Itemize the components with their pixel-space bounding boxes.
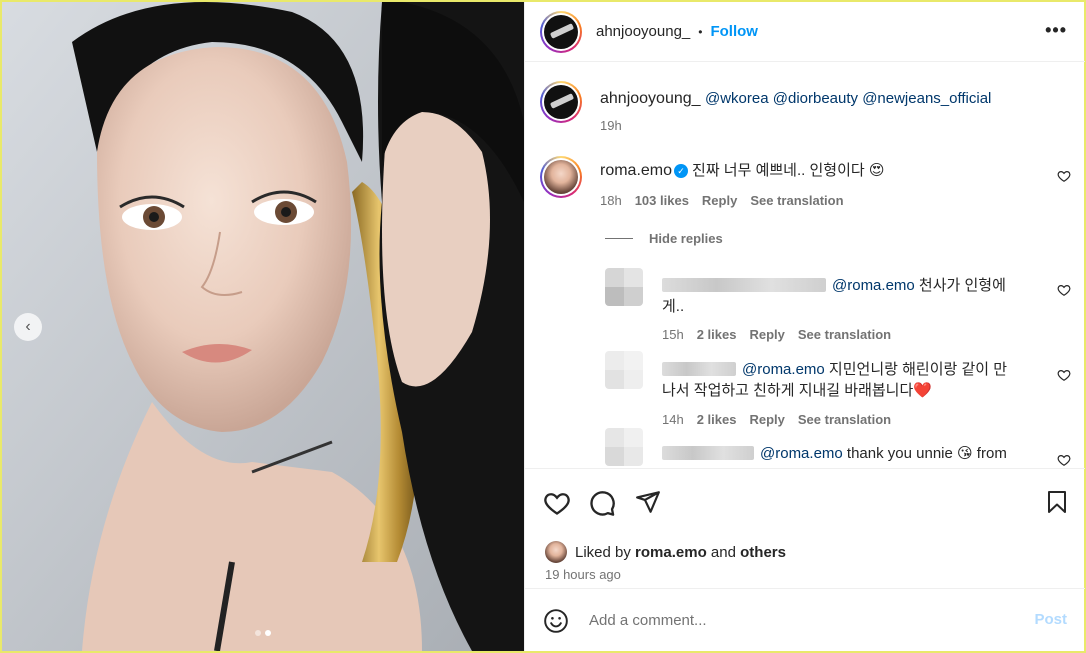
carousel-prev-button[interactable]: ‹ [14, 313, 42, 341]
reply-like-heart-icon[interactable] [1057, 283, 1071, 297]
post-photo[interactable]: ‹ [2, 2, 524, 651]
author-avatar[interactable] [540, 10, 582, 53]
see-translation-button[interactable]: See translation [798, 327, 891, 342]
comment-username[interactable]: roma.emo [600, 162, 672, 179]
reply-body-line2: 게.. [662, 298, 685, 315]
reply-meta: 14h 2 likes Reply See translation [662, 412, 891, 427]
caption: ahnjooyoung_ @wkorea @diorbeauty @newjea… [600, 89, 1070, 109]
comment-avatar[interactable] [540, 156, 582, 198]
comment-body: 진짜 너무 예쁘네.. 인형이다 😍 [692, 162, 885, 179]
author-username[interactable]: ahnjooyoung_ [596, 23, 690, 40]
hide-replies-button[interactable]: Hide replies [605, 231, 723, 246]
reply-like-heart-icon[interactable] [1057, 368, 1071, 382]
caption-author-avatar[interactable] [540, 81, 582, 123]
reply-body-line1: 천사가 인형에 [918, 277, 1006, 294]
reply-time: 15h [662, 327, 684, 342]
liked-by-user[interactable]: roma.emo [635, 544, 707, 561]
post-timestamp: 19 hours ago [545, 567, 621, 582]
liked-by-prefix: Liked by [575, 543, 631, 561]
post-sidebar: ahnjooyoung_ • Follow ••• ahnjooyoung_ @… [524, 2, 1085, 651]
chevron-left-icon: ‹ [25, 318, 31, 335]
comment-reply-button[interactable]: Reply [702, 193, 737, 208]
comment-like-heart-icon[interactable] [1057, 169, 1071, 183]
add-comment-bar: Post [525, 588, 1085, 651]
comment-meta: 18h 103 likes Reply See translation [600, 193, 844, 208]
carousel-dots [255, 630, 271, 636]
reply-mention[interactable]: @roma.emo [742, 361, 825, 378]
hide-replies-label: Hide replies [649, 231, 723, 246]
post-header: ahnjooyoung_ • Follow ••• [525, 2, 1085, 62]
carousel-dot [255, 630, 261, 636]
emoji-smiley-icon[interactable] [543, 608, 569, 634]
liked-by-others[interactable]: others [740, 544, 786, 561]
reply-time: 14h [662, 412, 684, 427]
reply-reply-button[interactable]: Reply [749, 327, 784, 342]
caption-mentions[interactable]: @wkorea @diorbeauty @newjeans_official [705, 90, 991, 107]
like-heart-icon[interactable] [543, 489, 571, 517]
post-comment-button[interactable]: Post [1034, 611, 1067, 628]
reply-text: @roma.emo 천사가 인형에 게.. [662, 275, 1042, 317]
reply-avatar-blurred[interactable] [605, 268, 643, 306]
share-send-icon[interactable] [635, 489, 661, 515]
carousel-dot-active [265, 630, 271, 636]
post-image-illustration [2, 2, 524, 651]
reply-mention[interactable]: @roma.emo [760, 445, 843, 462]
reply-likes[interactable]: 2 likes [697, 412, 737, 427]
divider-line [605, 238, 633, 239]
more-options-icon[interactable]: ••• [1045, 20, 1067, 41]
see-translation-button[interactable]: See translation [798, 412, 891, 427]
reply-text: @roma.emo 지민언니랑 해린이랑 같이 만 나서 작업하고 친하게 지내… [662, 359, 1042, 401]
reply-body-line2: 나서 작업하고 친하게 지내길 바래봅니다❤️ [662, 382, 932, 399]
reply-avatar-blurred[interactable] [605, 351, 643, 389]
reply-avatar-blurred[interactable] [605, 428, 643, 466]
liked-by-summary: Liked by roma.emo and others [545, 541, 786, 563]
comment-likes[interactable]: 103 likes [635, 193, 689, 208]
verified-badge-icon: ✓ [674, 164, 689, 178]
reply-body-line1: 지민언니랑 해린이랑 같이 만 [828, 361, 1008, 378]
comment-time: 18h [600, 193, 622, 208]
reply-text: @roma.emo thank you unnie 😘 from [662, 443, 1042, 464]
blurred-username[interactable] [662, 278, 826, 292]
save-bookmark-icon[interactable] [1045, 489, 1069, 515]
blurred-username[interactable] [662, 362, 736, 376]
comments-section[interactable]: ahnjooyoung_ @wkorea @diorbeauty @newjea… [525, 63, 1085, 468]
reply-meta: 15h 2 likes Reply See translation [662, 327, 891, 342]
liked-by-avatar[interactable] [545, 541, 567, 563]
see-translation-button[interactable]: See translation [750, 193, 843, 208]
liked-by-joiner: and [710, 543, 736, 561]
reply-body-line1: thank you unnie 😘 from [846, 445, 1007, 462]
reply-likes[interactable]: 2 likes [697, 327, 737, 342]
reply-like-heart-icon[interactable] [1057, 453, 1071, 467]
separator-dot: • [698, 24, 703, 39]
reply-reply-button[interactable]: Reply [749, 412, 784, 427]
follow-button[interactable]: Follow [710, 23, 758, 40]
caption-username[interactable]: ahnjooyoung_ [600, 90, 701, 107]
reply-mention[interactable]: @roma.emo [832, 277, 915, 294]
caption-time: 19h [600, 118, 622, 133]
comment-bubble-icon[interactable] [588, 489, 616, 517]
comment-text: roma.emo ✓ 진짜 너무 예쁘네.. 인형이다 😍 [600, 161, 884, 181]
add-comment-input[interactable] [589, 607, 1009, 633]
blurred-username[interactable] [662, 446, 754, 460]
